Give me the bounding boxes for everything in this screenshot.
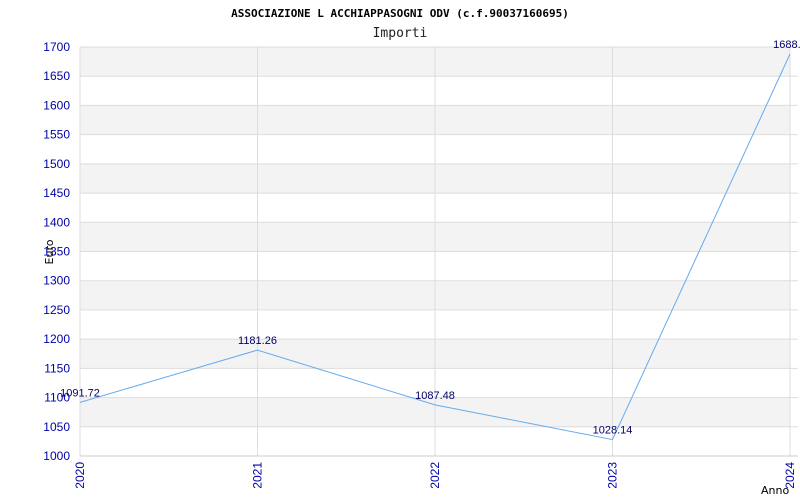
x-axis-label: Anno — [761, 484, 789, 497]
y-tick-label: 1200 — [43, 332, 70, 346]
data-label: 1028.14 — [593, 425, 633, 437]
y-tick-label: 1150 — [44, 361, 70, 375]
x-tick-labels: 2020 2021 2022 2023 2024 — [73, 462, 797, 489]
y-tick-label: 1700 — [43, 40, 70, 54]
y-tick-label: 1650 — [43, 69, 70, 83]
y-tick-label: 1600 — [43, 98, 70, 112]
chart-title: ASSOCIAZIONE L ACCHIAPPASOGNI ODV (c.f.9… — [231, 7, 569, 20]
data-label: 1181.26 — [238, 335, 277, 347]
data-label: 1091.72 — [60, 387, 100, 399]
y-tick-label: 1500 — [43, 157, 70, 171]
chart-subtitle: Importi — [373, 26, 428, 41]
y-axis-label: Euro — [43, 239, 56, 264]
y-tick-label: 1250 — [43, 303, 70, 317]
y-tick-label: 1300 — [43, 274, 70, 288]
y-tick-label: 1450 — [43, 186, 70, 200]
y-tick-label: 1050 — [43, 420, 70, 434]
x-tick-label: 2020 — [73, 462, 87, 489]
x-tick-label: 2022 — [428, 462, 442, 489]
data-label: 1087.48 — [415, 390, 455, 402]
x-tick-label: 2021 — [251, 462, 265, 489]
y-tick-label: 1000 — [43, 449, 70, 463]
data-label: 1688.0 — [773, 39, 800, 51]
x-tick-label: 2023 — [606, 462, 620, 489]
y-tick-label: 1550 — [43, 128, 70, 142]
y-tick-label: 1400 — [43, 215, 70, 229]
line-chart: 1000105011001150120012501300135014001450… — [43, 7, 800, 497]
